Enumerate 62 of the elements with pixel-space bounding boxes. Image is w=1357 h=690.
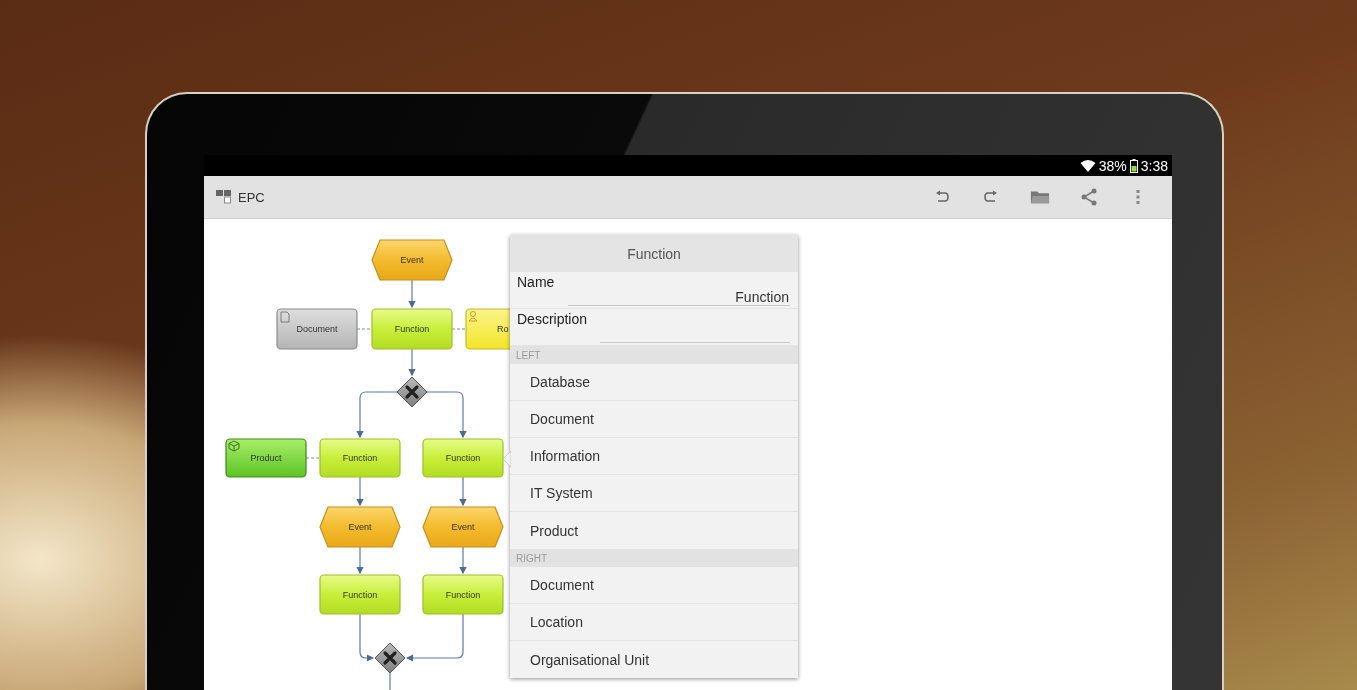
menu-item[interactable]: Database (510, 364, 798, 401)
menu-item[interactable]: Document (510, 401, 798, 438)
function-node[interactable] (371, 308, 453, 350)
clock: 3:38 (1140, 157, 1168, 174)
connector (459, 546, 467, 575)
field-label: Description (517, 312, 589, 327)
node-label: Document (296, 324, 338, 334)
association-line (451, 328, 467, 330)
product-node[interactable] (225, 438, 307, 478)
connector (356, 476, 364, 507)
section-header: LEFT (510, 346, 798, 364)
connector (426, 391, 467, 439)
connector (459, 476, 467, 507)
connector (356, 391, 398, 439)
menu-item[interactable]: Product (510, 512, 798, 549)
node-label: Function (445, 453, 481, 463)
battery-percent: 38% (1098, 157, 1127, 174)
popup-title: Function (510, 235, 798, 272)
cube-icon (228, 440, 240, 452)
share-button[interactable] (1079, 187, 1099, 207)
node-label: Product (250, 453, 282, 463)
association-line (305, 457, 321, 459)
node-label: Event (451, 522, 475, 532)
connector (389, 672, 391, 690)
node-label: Function (342, 453, 378, 463)
association-line (356, 328, 373, 330)
node-label: Event (400, 255, 424, 265)
function-node[interactable] (319, 438, 401, 478)
xor-gateway[interactable] (374, 642, 406, 674)
menu-item[interactable]: Location (510, 604, 798, 641)
node-label: Function (342, 589, 378, 600)
battery-icon (1129, 158, 1138, 173)
menu-item[interactable]: Document (510, 567, 798, 604)
more-icon (1136, 189, 1140, 205)
connector (405, 613, 464, 662)
document-node[interactable] (276, 308, 358, 350)
function-node[interactable] (319, 574, 401, 615)
node-label: Function (394, 324, 430, 334)
node-label: Ro (497, 324, 509, 334)
menu-item[interactable]: IT System (510, 475, 798, 512)
function-node[interactable] (422, 574, 504, 615)
event-node[interactable] (422, 506, 504, 548)
field-label: Name (517, 275, 556, 290)
wifi-icon (1079, 159, 1096, 172)
xor-gateway[interactable] (396, 376, 428, 408)
menu-item[interactable]: Organisational Unit (510, 641, 798, 678)
text-field[interactable]: Function (568, 290, 790, 306)
section-header: RIGHT (510, 549, 798, 567)
connector (408, 279, 416, 309)
document-icon (280, 311, 290, 323)
connector (408, 348, 416, 377)
event-node[interactable] (319, 506, 401, 548)
connector (356, 546, 364, 575)
person-icon (468, 311, 478, 322)
menu-item[interactable]: Information (510, 438, 798, 475)
function-node[interactable] (422, 438, 504, 478)
node-label: Event (348, 522, 372, 532)
app-icon (216, 189, 232, 205)
event-node[interactable] (371, 239, 453, 281)
connector (359, 613, 375, 662)
node-label: Function (445, 589, 481, 600)
app-title: EPC (238, 189, 265, 205)
